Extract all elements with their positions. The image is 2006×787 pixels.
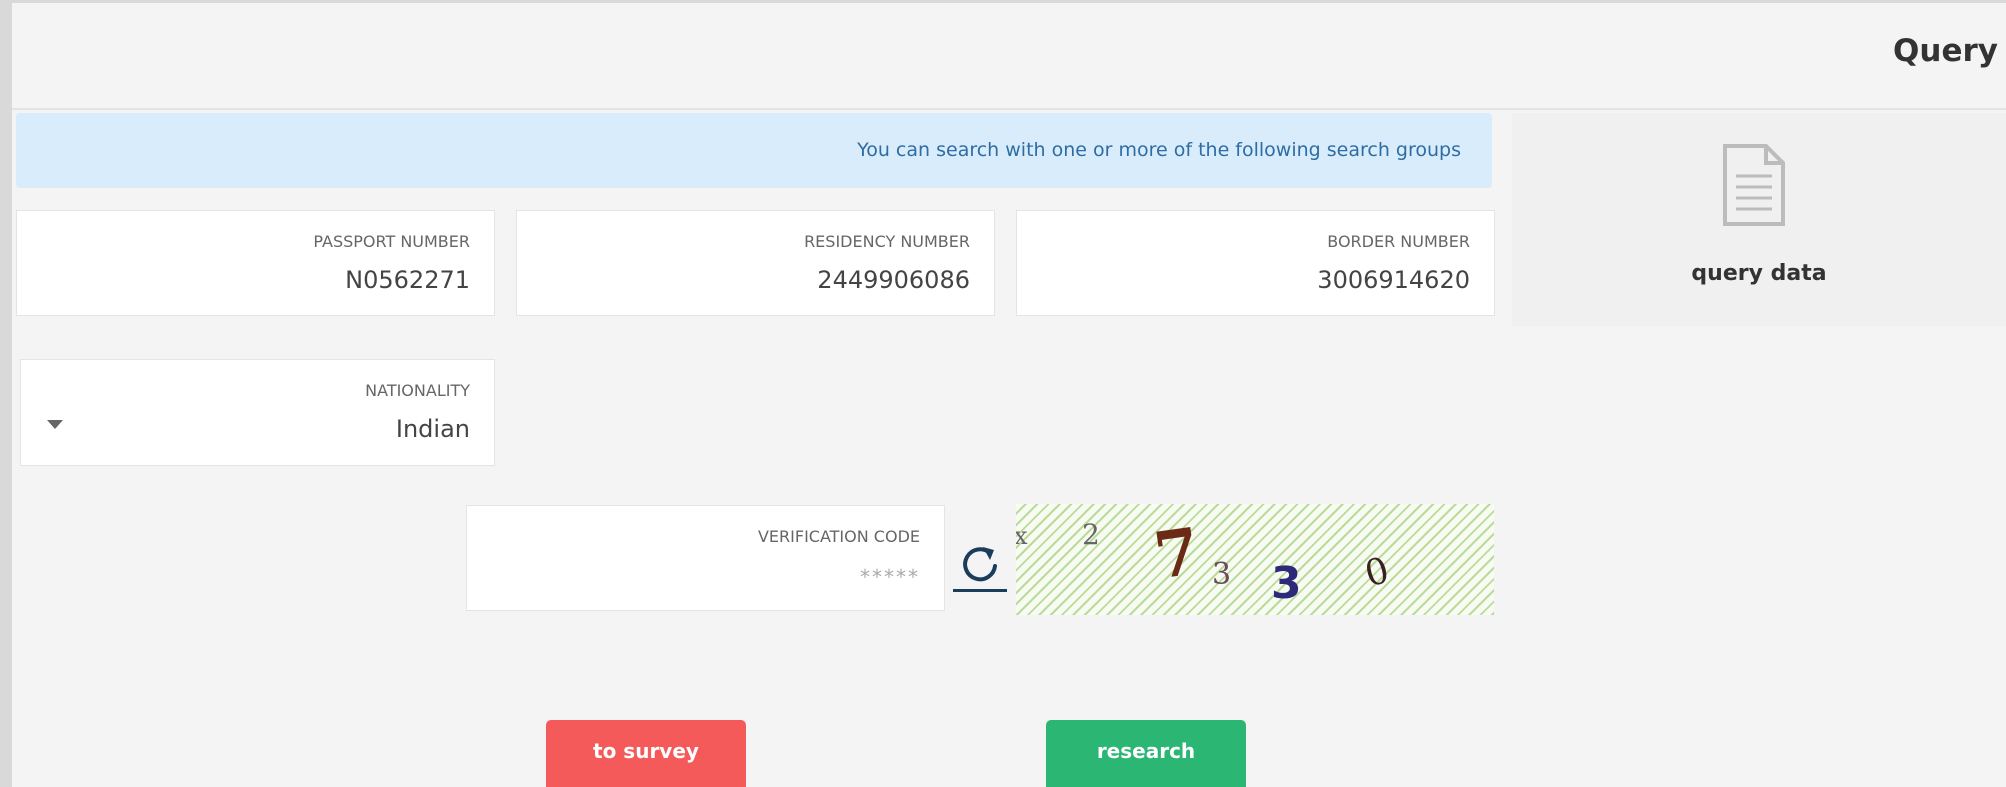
research-button[interactable]: research [1046, 720, 1246, 787]
info-banner-text: You can search with one or more of the f… [857, 139, 1461, 161]
captcha-char: 3 [1212, 557, 1231, 592]
refresh-captcha-button[interactable] [953, 538, 1007, 592]
residency-number-field[interactable]: RESIDENCY NUMBER 2449906086 [516, 210, 995, 316]
query-page: Query You can search with one or more of… [12, 3, 2006, 787]
border-number-label: BORDER NUMBER [1327, 232, 1470, 251]
residency-number-label: RESIDENCY NUMBER [804, 232, 970, 251]
nationality-value: Indian [395, 415, 470, 443]
page-header: Query [12, 3, 2006, 110]
captcha-char: 0 [1361, 550, 1394, 596]
captcha-image: x 2 7 3 3 0 [1016, 504, 1494, 615]
info-banner: You can search with one or more of the f… [16, 113, 1492, 188]
verification-code-field[interactable]: VERIFICATION CODE ***** [466, 505, 945, 611]
residency-number-value: 2449906086 [817, 266, 970, 294]
document-icon [1723, 144, 1785, 226]
refresh-icon [963, 547, 997, 582]
to-survey-button[interactable]: to survey [546, 720, 746, 787]
captcha-char: x [1016, 522, 1028, 550]
border-number-value: 3006914620 [1317, 266, 1470, 294]
captcha-char: 2 [1082, 518, 1100, 551]
captcha-char: 7 [1150, 514, 1205, 594]
captcha-char: 3 [1271, 558, 1302, 609]
passport-number-label: PASSPORT NUMBER [313, 232, 470, 251]
query-data-label: query data [1691, 261, 1827, 286]
dropdown-arrow-icon [47, 420, 63, 429]
page-title: Query [1893, 33, 1998, 69]
verification-code-placeholder: ***** [860, 565, 920, 589]
border-number-field[interactable]: BORDER NUMBER 3006914620 [1016, 210, 1495, 316]
passport-number-value: N0562271 [345, 266, 470, 294]
query-data-panel[interactable]: query data [1512, 113, 2006, 326]
verification-code-label: VERIFICATION CODE [757, 527, 920, 546]
nationality-select[interactable]: NATIONALITY Indian [20, 359, 495, 466]
passport-number-field[interactable]: PASSPORT NUMBER N0562271 [16, 210, 495, 316]
nationality-label: NATIONALITY [365, 381, 470, 400]
